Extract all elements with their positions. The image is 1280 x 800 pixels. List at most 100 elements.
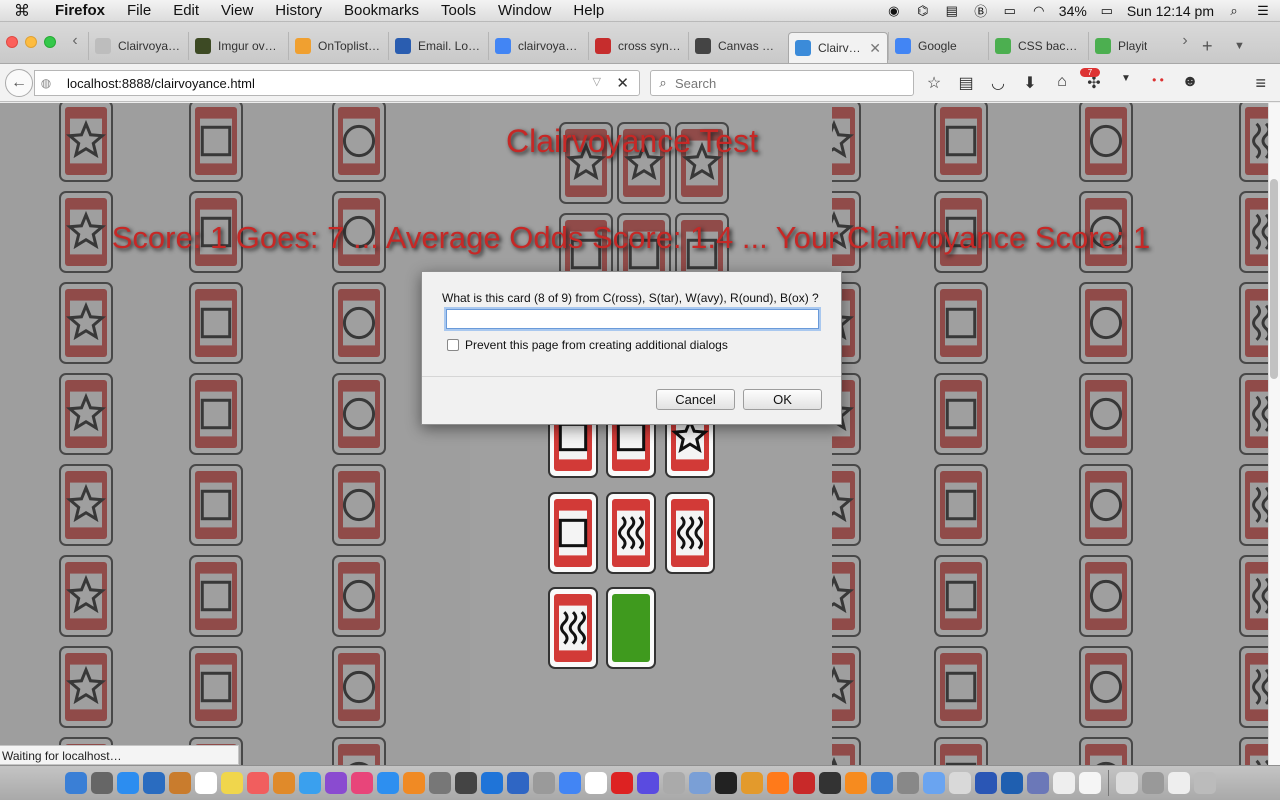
- menu-help[interactable]: Help: [562, 2, 615, 19]
- finder-icon[interactable]: [64, 772, 87, 794]
- spotlight-search-icon[interactable]: ⌕: [1225, 3, 1243, 19]
- bbedit-status-icon[interactable]: Ⓑ: [972, 3, 990, 19]
- menubar-clock[interactable]: Sun 12:14 pm: [1127, 3, 1214, 19]
- reading-list-icon[interactable]: ▤: [956, 73, 976, 93]
- browser-tab[interactable]: cross syn…: [588, 32, 688, 60]
- prevent-dialogs-option[interactable]: Prevent this page from creating addition…: [447, 338, 728, 352]
- browser-tab[interactable]: clairvoya…: [488, 32, 588, 60]
- menu-file[interactable]: File: [116, 2, 162, 19]
- puzzle-icon[interactable]: [324, 772, 347, 794]
- vertical-scrollbar[interactable]: [1268, 103, 1280, 765]
- window-minimize-button[interactable]: [25, 36, 37, 48]
- apple-menu-icon[interactable]: ⌘: [0, 1, 44, 21]
- script-icon[interactable]: [1052, 772, 1075, 794]
- sound-status-icon[interactable]: ▤: [943, 3, 961, 19]
- stamp-icon[interactable]: [662, 772, 685, 794]
- opera-icon[interactable]: [610, 772, 633, 794]
- window-maximize-button[interactable]: [44, 36, 56, 48]
- list-all-tabs-icon[interactable]: ▼: [1234, 40, 1245, 52]
- broadcast-status-icon[interactable]: ⌬: [914, 3, 932, 19]
- addon-icon[interactable]: ✣ 7: [1080, 68, 1104, 93]
- safari-icon[interactable]: [116, 772, 139, 794]
- menu-bookmarks[interactable]: Bookmarks: [333, 2, 430, 19]
- menu-window[interactable]: Window: [487, 2, 562, 19]
- url-bar[interactable]: ◍ localhost:8888/clairvoyance.html ▽ ✕: [34, 70, 640, 96]
- cancel-button[interactable]: Cancel: [656, 389, 735, 410]
- chrome-icon[interactable]: [558, 772, 581, 794]
- open-menu-icon[interactable]: ≡: [1255, 73, 1266, 94]
- tab-scroll-left-icon[interactable]: ‹: [66, 32, 84, 50]
- tab-scroll-right-icon[interactable]: ›: [1176, 32, 1194, 50]
- search-placeholder[interactable]: Search: [675, 76, 716, 91]
- browser-tab[interactable]: Google: [888, 32, 988, 60]
- menu-history[interactable]: History: [264, 2, 333, 19]
- books-icon[interactable]: [168, 772, 191, 794]
- virtualbox-icon[interactable]: [1000, 772, 1023, 794]
- imovie-icon[interactable]: [636, 772, 659, 794]
- mic-icon[interactable]: [454, 772, 477, 794]
- files-icon[interactable]: [584, 772, 607, 794]
- bbedit-icon[interactable]: [974, 772, 997, 794]
- firefox-icon[interactable]: [766, 772, 789, 794]
- launchpad-icon[interactable]: [90, 772, 113, 794]
- window-close-button[interactable]: [6, 36, 18, 48]
- finder2-icon[interactable]: [1115, 772, 1138, 794]
- appstore-icon[interactable]: [376, 772, 399, 794]
- prevent-dialogs-checkbox[interactable]: [447, 339, 459, 351]
- scripteditor-icon[interactable]: [532, 772, 555, 794]
- doc-icon[interactable]: [1078, 772, 1101, 794]
- menu-edit[interactable]: Edit: [162, 2, 210, 19]
- wifi-icon[interactable]: ◠: [1030, 3, 1048, 19]
- extension-dots-icon[interactable]: • •: [1148, 73, 1168, 93]
- addon-dropdown-icon[interactable]: ▼: [1116, 73, 1136, 93]
- vlc-icon[interactable]: [844, 772, 867, 794]
- prevent-dialogs-label[interactable]: Prevent this page from creating addition…: [465, 338, 728, 352]
- browser-tab[interactable]: Imgur ov…: [188, 32, 288, 60]
- search2-icon[interactable]: [818, 772, 841, 794]
- preview-icon[interactable]: [142, 772, 165, 794]
- back-button[interactable]: ←: [5, 69, 33, 97]
- reader-icon[interactable]: [948, 772, 971, 794]
- menu-view[interactable]: View: [210, 2, 264, 19]
- menu-tools[interactable]: Tools: [430, 2, 487, 19]
- filezilla-icon[interactable]: [792, 772, 815, 794]
- browser-tab[interactable]: Email. Lo…: [388, 32, 488, 60]
- screen-icon[interactable]: [1167, 772, 1190, 794]
- calendar-icon[interactable]: [194, 772, 217, 794]
- browser-tab[interactable]: Canvas H…: [688, 32, 788, 60]
- photos2-icon[interactable]: [272, 772, 295, 794]
- box-icon[interactable]: [922, 772, 945, 794]
- php-icon[interactable]: [1026, 772, 1049, 794]
- notes-icon[interactable]: [220, 772, 243, 794]
- ok-button[interactable]: OK: [743, 389, 822, 410]
- ibooks-icon[interactable]: [402, 772, 425, 794]
- new-tab-icon[interactable]: +: [1202, 36, 1213, 57]
- onenote-status-icon[interactable]: ◉: [885, 3, 903, 19]
- browser-tab[interactable]: Playit: [1088, 32, 1188, 60]
- downloads-icon[interactable]: ⬇: [1020, 73, 1040, 93]
- url-history-dropdown-icon[interactable]: ▽: [593, 75, 601, 88]
- photos-icon[interactable]: [246, 772, 269, 794]
- browser-tab[interactable]: OnToplist…: [288, 32, 388, 60]
- url-text[interactable]: localhost:8888/clairvoyance.html: [67, 76, 255, 91]
- pocket-icon[interactable]: ◡: [988, 73, 1008, 93]
- tools-icon[interactable]: [740, 772, 763, 794]
- browser-tab[interactable]: Clairvoya…: [88, 32, 188, 60]
- battery-icon[interactable]: ▭: [1098, 3, 1116, 19]
- help-icon[interactable]: [896, 772, 919, 794]
- browser-tab[interactable]: Clairv… ✕: [788, 32, 888, 63]
- bookmark-star-icon[interactable]: ☆: [924, 73, 944, 93]
- chat-icon[interactable]: ☻: [1180, 73, 1200, 93]
- stop-loading-icon[interactable]: ✕: [616, 74, 629, 92]
- browser-tab[interactable]: CSS bac…: [988, 32, 1088, 60]
- mail2-icon[interactable]: [688, 772, 711, 794]
- scrollbar-thumb[interactable]: [1270, 179, 1278, 379]
- wireshark-icon[interactable]: [506, 772, 529, 794]
- menu-app-name[interactable]: Firefox: [44, 2, 116, 19]
- xcode-icon[interactable]: [480, 772, 503, 794]
- close-tab-icon[interactable]: ✕: [869, 40, 881, 57]
- terminal-icon[interactable]: [714, 772, 737, 794]
- messages-icon[interactable]: [298, 772, 321, 794]
- site-identity-icon[interactable]: ◍: [35, 76, 57, 90]
- search-bar[interactable]: ⌕ Search: [650, 70, 914, 96]
